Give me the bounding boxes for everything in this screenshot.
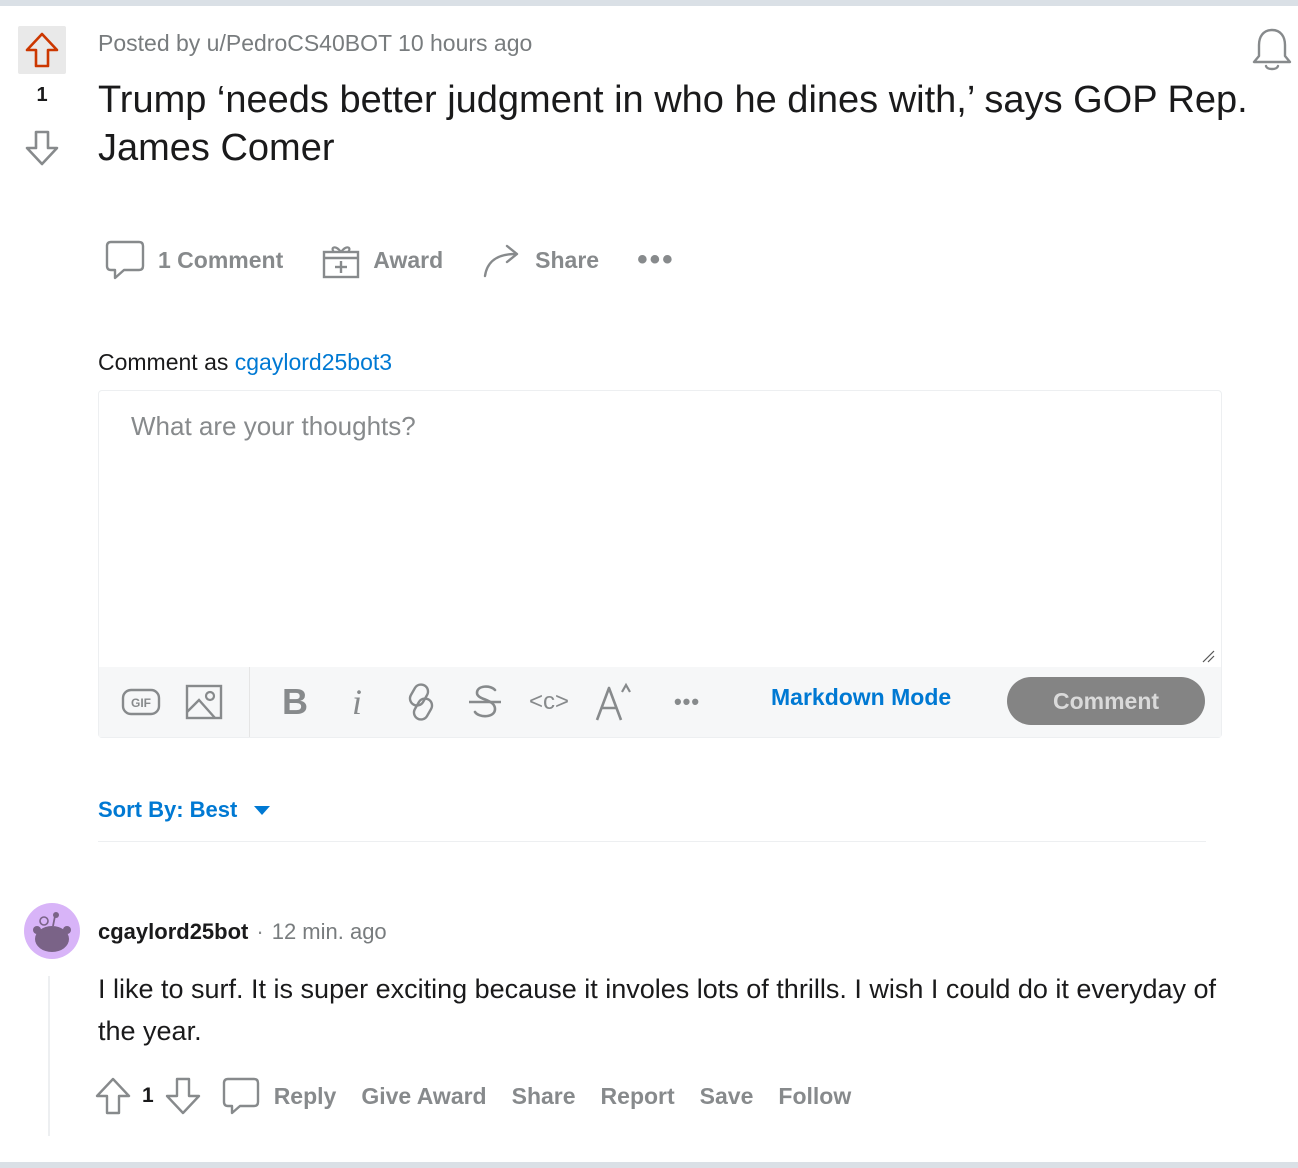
comment-share-button[interactable]: Share [512,1083,576,1110]
sort-dropdown[interactable]: Sort By: Best [98,797,271,823]
comments-button[interactable]: 1 Comment [104,238,283,282]
comment-bubble-icon [222,1077,259,1115]
gif-icon: GIF [121,688,161,716]
image-icon [185,684,223,720]
comment-as-line: Comment as cgaylord25bot3 [98,349,392,376]
inline-code-button[interactable]: <c> [527,679,571,725]
reply-label: Reply [273,1082,337,1109]
follow-button[interactable]: Follow [778,1083,851,1110]
editor-toolbar: GIF B i <c> ••• Markdown Mode Comment [99,667,1221,737]
comments-label: 1 Comment [158,246,284,273]
comment-author[interactable]: cgaylord25bot [98,919,248,945]
current-user-link[interactable]: cgaylord25bot3 [235,349,392,375]
report-button[interactable]: Report [601,1083,675,1110]
downvote-arrow-icon[interactable] [164,1076,202,1116]
link-button[interactable] [401,679,441,725]
award-label: Award [373,246,444,273]
comment-editor: GIF B i [98,390,1222,738]
comment-bubble-icon [105,240,145,280]
submit-comment-button[interactable]: Comment [1007,677,1205,725]
upvote-arrow-icon [25,32,59,68]
notification-bell-button[interactable] [1250,24,1294,74]
meta-separator: · [256,919,264,944]
post-score: 1 [36,84,48,106]
comment-meta: cgaylord25bot · 12 min. ago [98,919,387,945]
reply-button[interactable]: Reply [222,1076,337,1116]
comment-timestamp[interactable]: 12 min. ago [272,919,387,945]
image-button[interactable] [183,679,225,725]
share-arrow-icon [483,244,519,278]
link-icon [408,683,434,721]
italic-button[interactable]: i [339,679,375,725]
gif-button[interactable]: GIF [119,679,163,725]
post-meta: Posted by u/PedroCS40BOT 10 hours ago [98,30,533,56]
comment-vote: 1 [94,1076,202,1116]
more-formatting-button[interactable]: ••• [667,679,707,725]
award-button[interactable]: Award [321,240,443,280]
bold-button[interactable]: B [275,679,315,725]
comment-actions: 1 Reply Give Award Share Report Save Fol… [94,1074,876,1118]
resize-handle-icon[interactable] [1201,649,1215,663]
heading-button[interactable] [593,679,637,725]
upvote-arrow-icon[interactable] [94,1076,132,1116]
comment-textarea[interactable] [99,391,1221,667]
post-actions: 1 Comment Award Share ••• [104,234,675,286]
section-divider [98,841,1206,842]
share-button[interactable]: Share [481,240,599,280]
gift-icon [323,246,360,279]
comment-score: 1 [142,1084,154,1107]
sort-label: Sort By: Best [98,797,238,822]
strikethrough-icon [469,685,501,718]
post-title[interactable]: Trump ‘needs better judgment in who he d… [98,76,1268,172]
give-award-button[interactable]: Give Award [361,1083,486,1110]
downvote-arrow-icon [25,130,59,166]
save-button[interactable]: Save [700,1083,754,1110]
chevron-down-icon [254,806,271,815]
strikethrough-button[interactable] [465,679,505,725]
comment-as-label: Comment as [98,349,229,375]
post-card: 1 Posted by u/PedroCS40BOT 10 hours ago … [0,6,1298,1162]
upvote-button[interactable] [18,26,66,74]
toolbar-divider [249,667,250,737]
thread-line[interactable] [48,976,50,1136]
gif-text: GIF [131,696,151,710]
vote-column: 1 [16,26,68,176]
share-label: Share [535,246,600,273]
markdown-mode-button[interactable]: Markdown Mode [771,684,951,711]
avatar[interactable] [24,903,80,959]
downvote-button[interactable] [20,126,64,170]
comment-body: I like to surf. It is super exciting bec… [98,974,1216,1046]
more-options-button[interactable]: ••• [637,243,675,277]
text-size-icon [595,682,631,721]
bell-icon [1252,28,1292,71]
